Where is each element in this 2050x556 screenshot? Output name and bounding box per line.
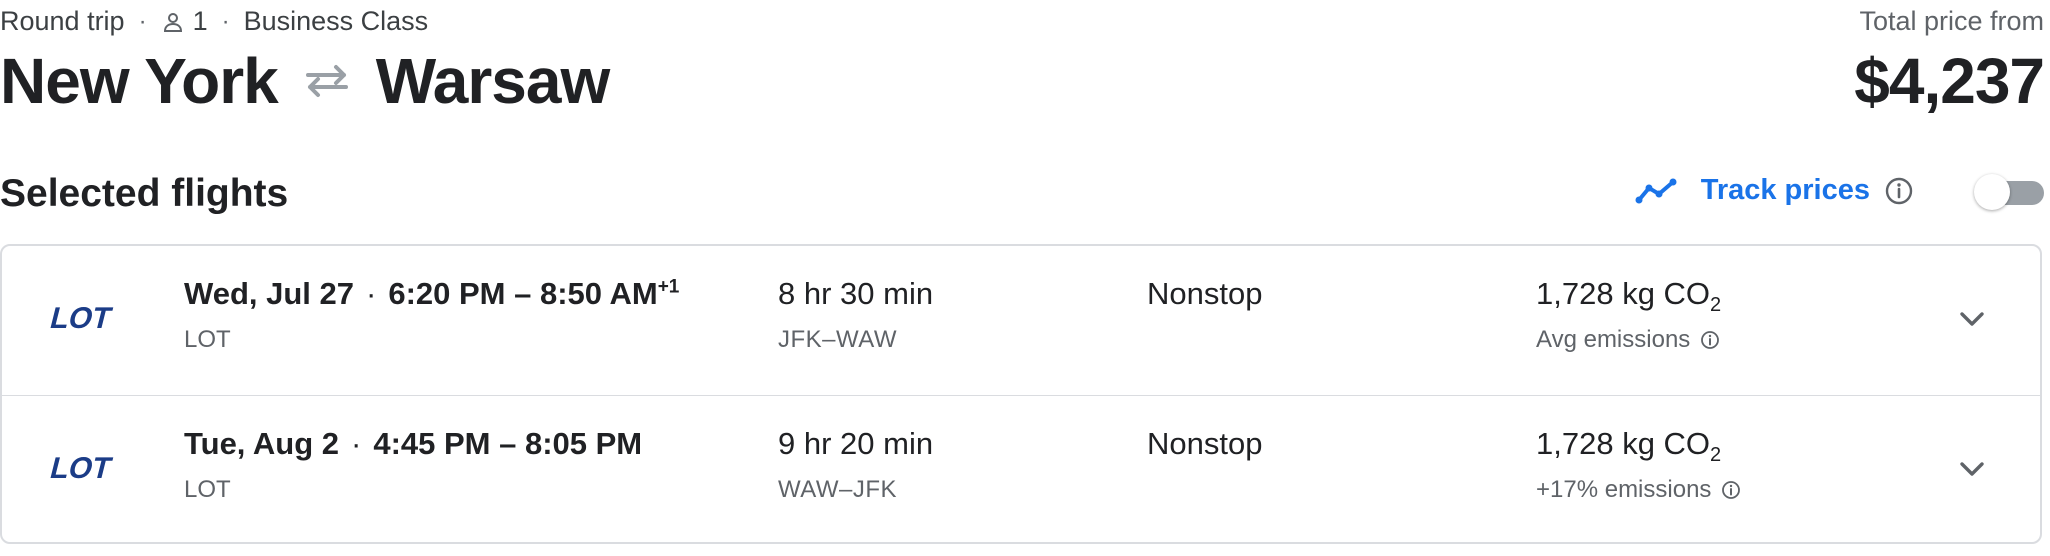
airline-name: LOT [184,476,231,503]
arrive-time: 8:05 PM [524,426,643,461]
trip-meta: Round trip · 1 · Business Class [0,6,428,37]
flight-emissions: 1,728 kg CO2 [1536,276,1721,315]
flight-summary-page: Round trip · 1 · Business Class New York… [0,0,2050,556]
cabin-class: Business Class [243,6,429,36]
arrive-time: 8:50 AM [539,276,658,311]
emissions-subscript: 2 [1710,294,1722,317]
swap-arrows-icon [305,65,348,97]
info-icon[interactable] [1721,480,1741,500]
emissions-note: Avg emissions [1536,326,1720,354]
chevron-down-icon[interactable] [1952,300,1992,340]
track-prices-label: Track prices [1700,174,1870,206]
destination-city: Warsaw [375,45,610,117]
separator-dot: · [351,426,362,461]
person-icon [163,12,182,32]
separator-dot: · [221,7,230,35]
day-offset: +1 [657,276,680,298]
lot-airline-logo: LOT [47,301,116,334]
emissions-note: +17% emissions [1536,476,1741,504]
trend-line-icon [1635,178,1677,203]
flight-row[interactable]: LOT Tue, Aug 2 · 4:45 PM – 8:05 PM LOT 9 h… [2,396,2040,545]
lot-airline-logo: LOT [47,451,116,484]
trip-type: Round trip [0,6,125,36]
origin-city: New York [0,45,279,117]
emissions-note-label: Avg emissions [1536,326,1691,353]
depart-time: 6:20 PM [388,276,506,311]
flight-times: Tue, Aug 2 · 4:45 PM – 8:05 PM [184,426,643,461]
flight-airports: JFK–WAW [778,326,898,353]
flight-stops: Nonstop [1147,276,1263,311]
separator-dot: · [138,7,147,35]
airline-name: LOT [184,326,231,353]
price-label: Total price from [1859,6,2044,36]
flight-duration: 9 hr 20 min [778,426,934,461]
flight-row[interactable]: LOT Wed, Jul 27 · 6:20 PM – 8:50 AM+1 LOT … [2,246,2040,395]
flight-duration: 8 hr 30 min [778,276,934,311]
flight-stops: Nonstop [1147,426,1263,461]
track-prices-toggle[interactable] [1974,174,2044,210]
emissions-value: 1,728 kg CO [1536,276,1711,311]
flight-date: Wed, Jul 27 [184,276,354,311]
emissions-value: 1,728 kg CO [1536,426,1711,461]
flight-emissions: 1,728 kg CO2 [1536,426,1721,465]
flight-airports: WAW–JFK [778,476,898,503]
passenger-count: 1 [192,6,208,36]
flight-date: Tue, Aug 2 [184,426,339,461]
depart-time: 4:45 PM [373,426,491,461]
info-icon[interactable] [1884,176,1914,206]
info-icon[interactable] [1700,330,1720,350]
emissions-note-label: +17% emissions [1536,476,1712,503]
flight-times: Wed, Jul 27 · 6:20 PM – 8:50 AM+1 [184,276,680,311]
emissions-subscript: 2 [1710,444,1722,467]
track-prices-button[interactable]: Track prices [1635,174,1914,207]
separator-dot: · [366,276,377,311]
toggle-knob [1974,174,2010,210]
chevron-down-icon[interactable] [1952,450,1992,490]
route-title: New York Warsaw [0,44,610,118]
selected-flights-card: LOT Wed, Jul 27 · 6:20 PM – 8:50 AM+1 LOT … [0,244,2042,544]
section-title: Selected flights [0,172,289,215]
total-price: $4,237 [1854,45,2045,117]
